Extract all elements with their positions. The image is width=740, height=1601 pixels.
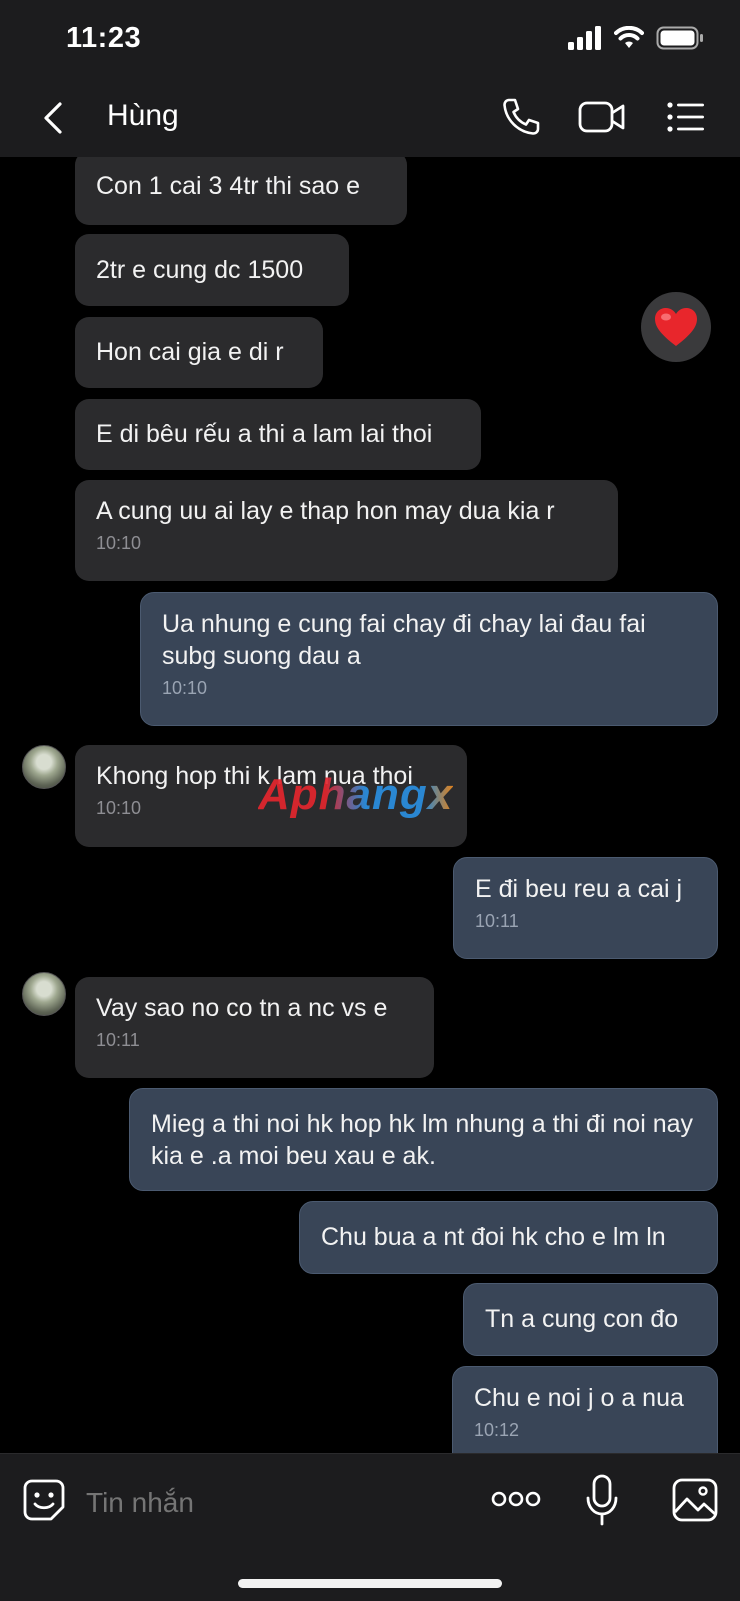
more-icon[interactable] <box>491 1488 541 1510</box>
message-bubble-sent[interactable]: E đi beu reu a cai j 10:11 <box>453 857 718 959</box>
message-input[interactable] <box>84 1480 468 1526</box>
message-composer <box>0 1453 740 1601</box>
wifi-icon <box>614 26 644 48</box>
home-indicator[interactable] <box>238 1579 502 1588</box>
message-time: 10:11 <box>96 1030 140 1050</box>
chat-header: Hùng <box>0 80 740 158</box>
message-text: Con 1 cai 3 4tr thi sao e <box>96 172 361 200</box>
message-bubble-sent[interactable]: Mieg a thi noi hk hop hk lm nhung a thi … <box>129 1088 718 1191</box>
message-bubble-received[interactable]: Vay sao no co tn a nc vs e 10:11 <box>75 977 434 1078</box>
message-bubble-sent[interactable]: Ua nhung e cung fai chay đi chay lai đau… <box>140 592 718 726</box>
message-bubble-received[interactable]: A cung uu ai lay e thap hon may dua kia … <box>75 480 618 581</box>
status-bar: 11:23 <box>0 0 740 80</box>
message-text: Tn a cung con đo <box>485 1305 679 1333</box>
message-text: Chu e noi j o a nua <box>474 1384 684 1412</box>
menu-icon[interactable] <box>666 96 706 138</box>
message-text: Hon cai gia e di r <box>96 338 284 366</box>
microphone-icon[interactable] <box>584 1474 620 1530</box>
status-time: 11:23 <box>66 22 142 54</box>
message-bubble-sent[interactable]: Chu bua a nt đoi hk cho e lm ln <box>299 1201 718 1274</box>
battery-icon <box>656 26 703 50</box>
video-icon[interactable] <box>578 96 626 138</box>
message-text: E đi beu reu a cai j <box>475 875 683 903</box>
message-time: 10:10 <box>96 533 142 553</box>
phone-icon[interactable] <box>500 96 542 138</box>
message-text: A cung uu ai lay e thap hon may dua kia … <box>96 497 555 525</box>
message-bubble-received[interactable]: E di bêu rếu a thi a lam lai thoi <box>75 399 481 470</box>
image-icon[interactable] <box>672 1478 718 1522</box>
contact-avatar[interactable] <box>22 745 66 789</box>
back-icon[interactable] <box>36 100 72 136</box>
heart-icon <box>655 308 697 346</box>
message-text: Ua nhung e cung fai chay đi chay lai đau… <box>162 610 646 670</box>
message-bubble-sent[interactable]: Tn a cung con đo <box>463 1283 718 1356</box>
message-time: 10:12 <box>474 1420 520 1440</box>
message-bubble-received[interactable]: Con 1 cai 3 4tr thi sao e <box>75 157 407 225</box>
message-time: 10:10 <box>162 678 208 698</box>
message-text: E di bêu rếu a thi a lam lai thoi <box>96 420 433 448</box>
message-text: Vay sao no co tn a nc vs e <box>96 994 388 1022</box>
contact-name[interactable]: Hùng <box>107 99 179 133</box>
signal-icon <box>568 26 601 50</box>
message-text: Chu bua a nt đoi hk cho e lm ln <box>321 1223 666 1251</box>
status-icons <box>568 26 704 50</box>
message-bubble-received[interactable]: 2tr e cung dc 1500 <box>75 234 349 306</box>
message-text: 2tr e cung dc 1500 <box>96 256 304 284</box>
message-time: 10:11 <box>475 911 519 931</box>
watermark-logo: Aphangx <box>258 770 454 819</box>
reaction-bubble[interactable] <box>641 292 711 362</box>
sticker-icon[interactable] <box>22 1478 66 1522</box>
contact-avatar[interactable] <box>22 972 66 1016</box>
message-bubble-received[interactable]: Hon cai gia e di r <box>75 317 323 388</box>
message-bubble-sent[interactable]: Chu e noi j o a nua 10:12 <box>452 1366 718 1453</box>
message-text: Mieg a thi noi hk hop hk lm nhung a thi … <box>151 1110 694 1170</box>
